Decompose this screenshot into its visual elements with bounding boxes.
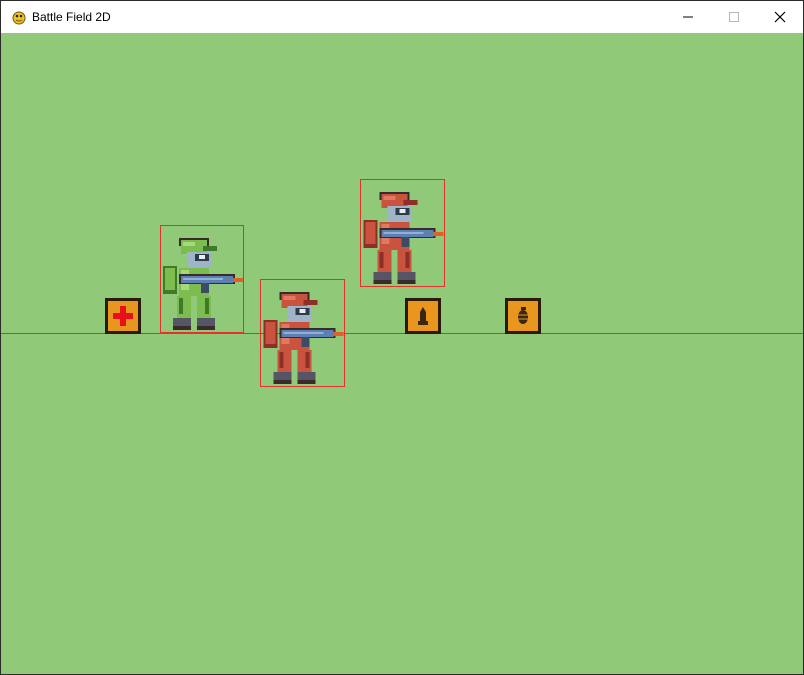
pygame-snake-icon xyxy=(12,11,26,25)
player-soldier-icon xyxy=(163,238,243,330)
enemy-soldier-icon xyxy=(363,192,444,284)
health-pickup[interactable] xyxy=(105,298,141,334)
window-title: Battle Field 2D xyxy=(32,10,111,24)
game-window: Battle Field 2D xyxy=(0,0,804,675)
close-button[interactable] xyxy=(757,1,803,33)
muzzle xyxy=(433,232,444,236)
muzzle xyxy=(233,278,243,282)
enemy-hitbox[interactable] xyxy=(360,179,445,287)
title-bar[interactable]: Battle Field 2D xyxy=(1,1,803,33)
grenade-pickup[interactable] xyxy=(505,298,541,334)
bullet-icon xyxy=(418,307,428,325)
enemy-soldier-icon xyxy=(263,292,344,384)
maximize-icon xyxy=(729,12,739,22)
maximize-button[interactable] xyxy=(711,1,757,33)
muzzle xyxy=(333,332,344,336)
minimize-icon xyxy=(683,16,693,18)
ammo-pickup[interactable] xyxy=(405,298,441,334)
enemy-hitbox[interactable] xyxy=(260,279,345,387)
close-icon xyxy=(774,11,786,23)
game-canvas[interactable] xyxy=(1,33,803,674)
minimize-button[interactable] xyxy=(665,1,711,33)
grenade-icon xyxy=(518,307,528,324)
red-cross-icon xyxy=(113,306,133,326)
player-hitbox[interactable] xyxy=(160,225,244,333)
